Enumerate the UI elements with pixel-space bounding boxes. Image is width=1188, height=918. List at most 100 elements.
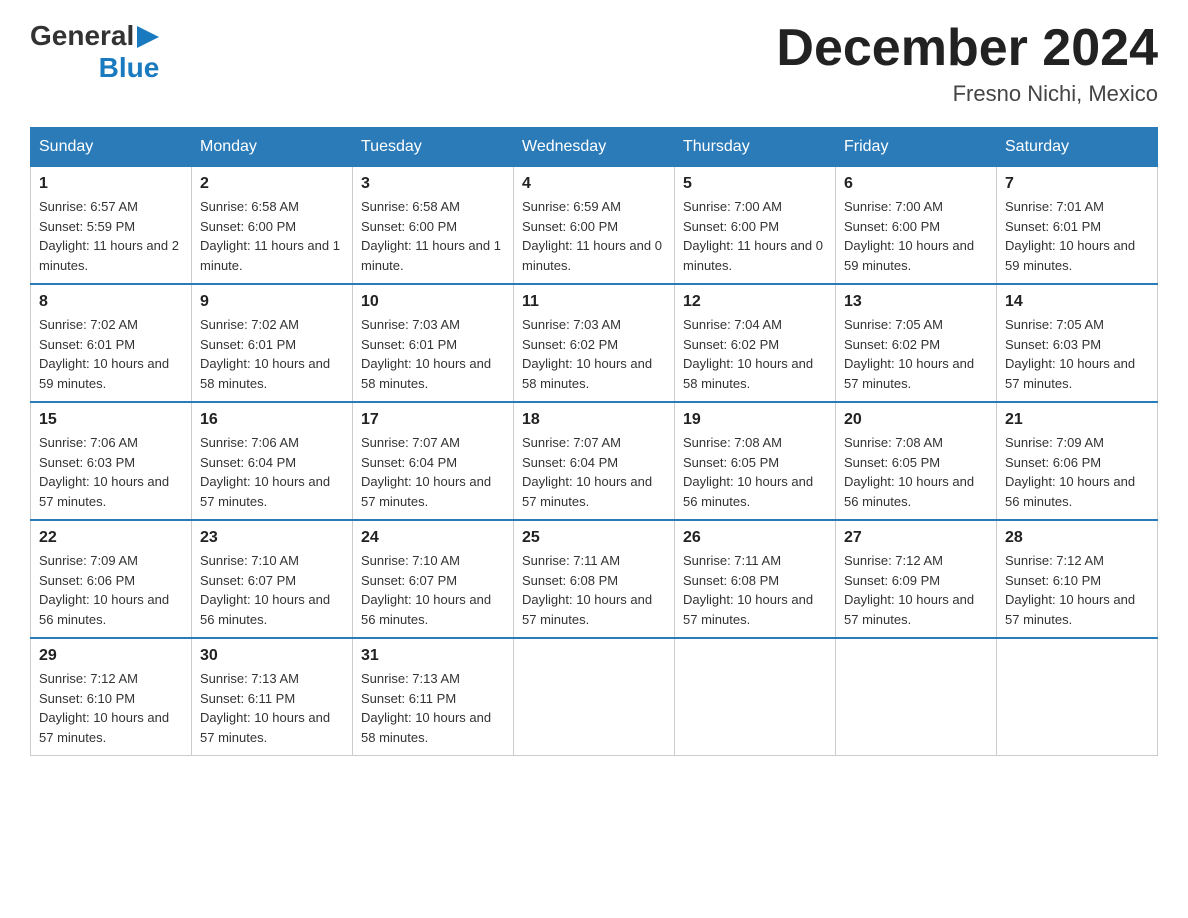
calendar-day-cell: 22Sunrise: 7:09 AMSunset: 6:06 PMDayligh…	[31, 520, 192, 638]
day-info: Sunrise: 7:10 AMSunset: 6:07 PMDaylight:…	[361, 551, 505, 629]
column-header-wednesday: Wednesday	[514, 128, 675, 167]
day-info: Sunrise: 7:08 AMSunset: 6:05 PMDaylight:…	[844, 433, 988, 511]
day-info: Sunrise: 7:00 AMSunset: 6:00 PMDaylight:…	[683, 197, 827, 275]
column-header-thursday: Thursday	[675, 128, 836, 167]
calendar-day-cell: 10 Sunrise: 7:03 AMSunset: 6:01 PMDayligh…	[353, 284, 514, 402]
day-number: 22	[39, 529, 183, 547]
day-number: 9	[200, 293, 344, 311]
day-info: Sunrise: 7:13 AMSunset: 6:11 PMDaylight:…	[361, 669, 505, 747]
day-info: Sunrise: 6:58 AMSunset: 6:00 PMDaylight:…	[361, 197, 505, 275]
calendar-week-row: 29 Sunrise: 7:12 AMSunset: 6:10 PMDayligh…	[31, 638, 1158, 756]
day-info: Sunrise: 7:04 AMSunset: 6:02 PMDaylight:…	[683, 315, 827, 393]
title-section: December 2024 Fresno Nichi, Mexico	[776, 20, 1158, 107]
day-number: 27	[844, 529, 988, 547]
day-info: Sunrise: 7:09 AMSunset: 6:06 PMDaylight:…	[1005, 433, 1149, 511]
calendar-day-cell: 12 Sunrise: 7:04 AMSunset: 6:02 PMDayligh…	[675, 284, 836, 402]
day-info: Sunrise: 7:00 AMSunset: 6:00 PMDaylight:…	[844, 197, 988, 275]
day-info: Sunrise: 7:12 AMSunset: 6:10 PMDaylight:…	[1005, 551, 1149, 629]
day-info: Sunrise: 7:05 AMSunset: 6:02 PMDaylight:…	[844, 315, 988, 393]
calendar-day-cell: 13Sunrise: 7:05 AMSunset: 6:02 PMDayligh…	[836, 284, 997, 402]
day-info: Sunrise: 7:11 AMSunset: 6:08 PMDaylight:…	[522, 551, 666, 629]
page-header: General Blue December 2024 Fresno Nichi,…	[30, 20, 1158, 107]
calendar-week-row: 8Sunrise: 7:02 AMSunset: 6:01 PMDaylight…	[31, 284, 1158, 402]
day-info: Sunrise: 7:08 AMSunset: 6:05 PMDaylight:…	[683, 433, 827, 511]
day-number: 2	[200, 175, 344, 193]
day-number: 25	[522, 529, 666, 547]
calendar-day-cell: 29 Sunrise: 7:12 AMSunset: 6:10 PMDayligh…	[31, 638, 192, 756]
day-number: 28	[1005, 529, 1149, 547]
day-number: 3	[361, 175, 505, 193]
day-info: Sunrise: 7:13 AMSunset: 6:11 PMDaylight:…	[200, 669, 344, 747]
day-number: 4	[522, 175, 666, 193]
day-number: 14	[1005, 293, 1149, 311]
day-info: Sunrise: 6:59 AMSunset: 6:00 PMDaylight:…	[522, 197, 666, 275]
calendar-day-cell: 19 Sunrise: 7:08 AMSunset: 6:05 PMDayligh…	[675, 402, 836, 520]
day-number: 1	[39, 175, 183, 193]
calendar-day-cell: 1Sunrise: 6:57 AMSunset: 5:59 PMDaylight…	[31, 167, 192, 285]
location-text: Fresno Nichi, Mexico	[776, 81, 1158, 107]
calendar-day-cell	[997, 638, 1158, 756]
calendar-day-cell: 3 Sunrise: 6:58 AMSunset: 6:00 PMDaylight…	[353, 167, 514, 285]
column-header-sunday: Sunday	[31, 128, 192, 167]
calendar-day-cell: 18 Sunrise: 7:07 AMSunset: 6:04 PMDayligh…	[514, 402, 675, 520]
logo: General Blue	[30, 20, 159, 84]
day-number: 21	[1005, 411, 1149, 429]
day-number: 30	[200, 647, 344, 665]
calendar-day-cell	[675, 638, 836, 756]
day-info: Sunrise: 6:58 AMSunset: 6:00 PMDaylight:…	[200, 197, 344, 275]
day-info: Sunrise: 7:07 AMSunset: 6:04 PMDaylight:…	[361, 433, 505, 511]
day-number: 6	[844, 175, 988, 193]
day-number: 31	[361, 647, 505, 665]
logo-general: General	[30, 20, 134, 52]
day-info: Sunrise: 7:03 AMSunset: 6:01 PMDaylight:…	[361, 315, 505, 393]
calendar-day-cell: 26Sunrise: 7:11 AMSunset: 6:08 PMDayligh…	[675, 520, 836, 638]
calendar-day-cell: 14Sunrise: 7:05 AMSunset: 6:03 PMDayligh…	[997, 284, 1158, 402]
calendar-day-cell: 23 Sunrise: 7:10 AMSunset: 6:07 PMDayligh…	[192, 520, 353, 638]
month-title: December 2024	[776, 20, 1158, 77]
day-number: 19	[683, 411, 827, 429]
day-number: 23	[200, 529, 344, 547]
calendar-day-cell	[836, 638, 997, 756]
day-info: Sunrise: 7:02 AMSunset: 6:01 PMDaylight:…	[39, 315, 183, 393]
calendar-day-cell: 8Sunrise: 7:02 AMSunset: 6:01 PMDaylight…	[31, 284, 192, 402]
calendar-day-cell: 24 Sunrise: 7:10 AMSunset: 6:07 PMDayligh…	[353, 520, 514, 638]
day-number: 29	[39, 647, 183, 665]
day-info: Sunrise: 7:02 AMSunset: 6:01 PMDaylight:…	[200, 315, 344, 393]
day-info: Sunrise: 7:12 AMSunset: 6:09 PMDaylight:…	[844, 551, 988, 629]
column-header-saturday: Saturday	[997, 128, 1158, 167]
calendar-day-cell: 31 Sunrise: 7:13 AMSunset: 6:11 PMDayligh…	[353, 638, 514, 756]
logo-blue: Blue	[99, 52, 160, 84]
day-number: 18	[522, 411, 666, 429]
calendar-day-cell: 11Sunrise: 7:03 AMSunset: 6:02 PMDayligh…	[514, 284, 675, 402]
column-header-tuesday: Tuesday	[353, 128, 514, 167]
day-number: 12	[683, 293, 827, 311]
column-header-monday: Monday	[192, 128, 353, 167]
calendar-day-cell: 7 Sunrise: 7:01 AMSunset: 6:01 PMDaylight…	[997, 167, 1158, 285]
day-number: 24	[361, 529, 505, 547]
day-number: 11	[522, 293, 666, 311]
day-info: Sunrise: 7:07 AMSunset: 6:04 PMDaylight:…	[522, 433, 666, 511]
day-info: Sunrise: 7:10 AMSunset: 6:07 PMDaylight:…	[200, 551, 344, 629]
day-number: 15	[39, 411, 183, 429]
calendar-day-cell: 9 Sunrise: 7:02 AMSunset: 6:01 PMDaylight…	[192, 284, 353, 402]
calendar-day-cell: 6 Sunrise: 7:00 AMSunset: 6:00 PMDaylight…	[836, 167, 997, 285]
day-number: 26	[683, 529, 827, 547]
calendar-day-cell: 4 Sunrise: 6:59 AMSunset: 6:00 PMDaylight…	[514, 167, 675, 285]
day-number: 10	[361, 293, 505, 311]
calendar-day-cell: 5 Sunrise: 7:00 AMSunset: 6:00 PMDaylight…	[675, 167, 836, 285]
calendar-week-row: 15Sunrise: 7:06 AMSunset: 6:03 PMDayligh…	[31, 402, 1158, 520]
calendar-day-cell	[514, 638, 675, 756]
calendar-day-cell: 17 Sunrise: 7:07 AMSunset: 6:04 PMDayligh…	[353, 402, 514, 520]
logo-arrow-icon	[137, 26, 159, 48]
calendar-week-row: 1Sunrise: 6:57 AMSunset: 5:59 PMDaylight…	[31, 167, 1158, 285]
calendar-week-row: 22Sunrise: 7:09 AMSunset: 6:06 PMDayligh…	[31, 520, 1158, 638]
day-info: Sunrise: 7:06 AMSunset: 6:04 PMDaylight:…	[200, 433, 344, 511]
day-number: 7	[1005, 175, 1149, 193]
calendar-day-cell: 20Sunrise: 7:08 AMSunset: 6:05 PMDayligh…	[836, 402, 997, 520]
calendar-day-cell: 30 Sunrise: 7:13 AMSunset: 6:11 PMDayligh…	[192, 638, 353, 756]
day-number: 17	[361, 411, 505, 429]
day-info: Sunrise: 7:01 AMSunset: 6:01 PMDaylight:…	[1005, 197, 1149, 275]
calendar-day-cell: 16Sunrise: 7:06 AMSunset: 6:04 PMDayligh…	[192, 402, 353, 520]
day-number: 5	[683, 175, 827, 193]
day-info: Sunrise: 7:12 AMSunset: 6:10 PMDaylight:…	[39, 669, 183, 747]
